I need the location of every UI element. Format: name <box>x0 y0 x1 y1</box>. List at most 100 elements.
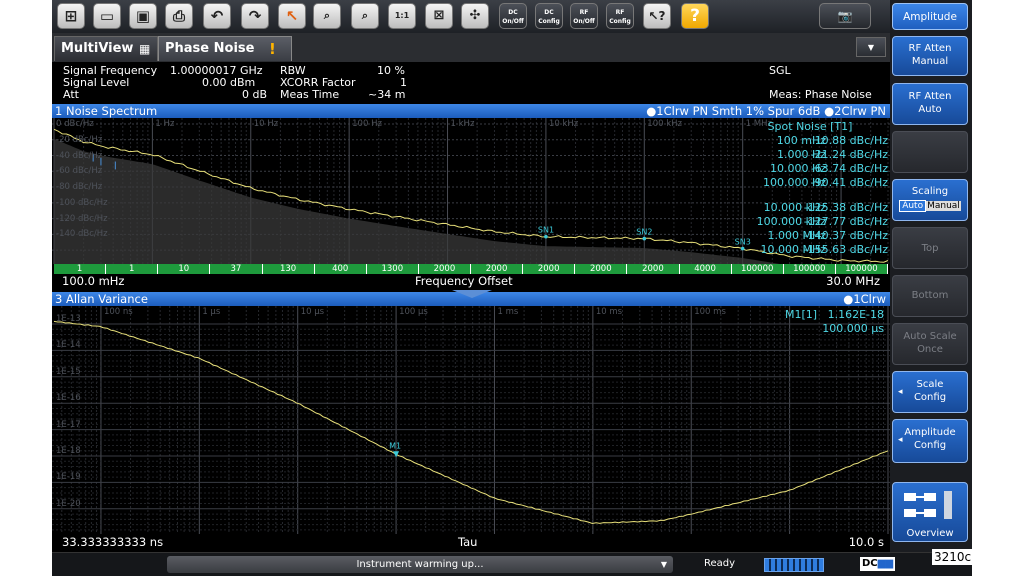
spot-noise-marker-label: SN2 <box>636 228 652 237</box>
spot-noise-title: Spot Noise [T1] <box>767 120 853 133</box>
x-decade-label: 100 ms <box>694 307 726 317</box>
allan-variance-plot[interactable]: M1 1E-13 1E-14 1E-15 1E-16 1E-17 1E-18 1E-19 1E… <box>52 306 890 534</box>
rf-config-line2: Config <box>609 18 631 25</box>
redo-icon[interactable]: ↷ <box>241 3 269 29</box>
half-decade-cell: 37 <box>210 264 263 274</box>
x-decade-label: 100 kHz <box>647 119 682 129</box>
tab-multiview[interactable]: MultiView ▦ <box>54 36 158 61</box>
spot-noise-marker-label: SN1 <box>538 226 554 235</box>
y-tick-label: -100 dBc/Hz <box>56 197 108 208</box>
help-button[interactable]: ? <box>681 3 709 29</box>
noise-spectrum-x-stop: 30.0 MHz <box>826 274 880 288</box>
scaling-auto-option[interactable]: Auto <box>899 200 927 212</box>
dc-config-button[interactable]: DC Config <box>535 3 563 29</box>
spot-noise-marker <box>642 236 647 241</box>
x-decade-label: 100 Hz <box>352 119 382 129</box>
rf-atten-auto-button[interactable]: RF Atten Auto <box>892 83 968 125</box>
scaling-manual-option[interactable]: Manual <box>926 201 961 211</box>
allan-x-start: 33.333333333 ns <box>62 535 164 549</box>
sgl-indicator: SGL <box>769 64 791 77</box>
corner-id-label: 3210c <box>932 549 972 565</box>
rf-onoff-line1: RF <box>579 9 589 16</box>
rf-config-button[interactable]: RF Config <box>606 3 634 29</box>
x-decade-label: 1 µs <box>202 307 221 317</box>
half-decade-cell: 4000 <box>680 264 732 274</box>
rf-atten-manual-button[interactable]: RF Atten Manual <box>892 36 968 76</box>
spot-noise-value: -140.37 dBc/Hz <box>803 229 888 242</box>
allan-variance-title-bar[interactable]: 3 Allan Variance ●1Clrw <box>52 290 890 306</box>
multi-zoom-icon[interactable]: ⌕ <box>351 3 379 29</box>
open-folder-icon[interactable]: ▭ <box>93 3 121 29</box>
allan-variance-trace <box>53 320 889 525</box>
y-tick-label: -140 dBc/Hz <box>56 229 108 240</box>
half-decade-bar: 1 1 10 37 130 400 1300 2000 2000 2000 2000 2000 4000… <box>54 264 888 274</box>
att-value: 0 dB <box>242 88 268 101</box>
half-decade-cell: 2000 <box>471 264 524 274</box>
ready-indicator: Ready <box>704 558 736 569</box>
y-tick-label: 1E-19 <box>56 472 81 483</box>
bottom-button[interactable]: Bottom <box>892 275 968 317</box>
tab-phase-noise[interactable]: Phase Noise ! <box>158 36 292 61</box>
noise-spectrum-x-label: Frequency Offset <box>415 274 513 288</box>
y-tick-label: 1E-15 <box>56 366 81 377</box>
spot-noise-marker <box>544 234 548 239</box>
print-icon[interactable]: ⎙ <box>165 3 193 29</box>
measure-wizard-icon[interactable]: ✣ <box>461 3 489 29</box>
rf-atten-manual-line1: RF Atten <box>908 43 952 54</box>
rf-onoff-line2: On/Off <box>573 18 595 25</box>
amplitude-config-line2: Config <box>913 440 947 451</box>
rf-atten-auto-line2: Auto <box>918 104 942 115</box>
marker-zoom-icon[interactable]: ⌕ <box>313 3 341 29</box>
y-tick-label: -60 dBc/Hz <box>56 166 103 177</box>
noise-spectrum-legend: ●1Clrw PN Smth 1% Spur 6dB ●2Clrw PN <box>646 104 886 118</box>
spot-noise-row: 100 mHz 10.88 dBc/Hz <box>732 134 888 148</box>
save-icon[interactable]: ▣ <box>129 3 157 29</box>
allan-variance-x-axis: 33.333333333 ns Tau 10.0 s <box>52 534 890 551</box>
rf-config-line1: RF <box>615 9 625 16</box>
amplitude-config-button[interactable]: ◂ Amplitude Config <box>892 419 968 463</box>
status-dropdown-icon[interactable]: ▼ <box>661 556 667 573</box>
dc-onoff-line1: DC <box>508 9 518 16</box>
half-decade-cell: 100000 <box>836 264 888 274</box>
scale-config-button[interactable]: ◂ Scale Config <box>892 371 968 413</box>
overview-button[interactable]: Overview <box>892 482 968 542</box>
y-tick-label: 1E-18 <box>56 446 81 456</box>
x-decade-label: 1 ms <box>497 307 519 317</box>
pointer-icon[interactable]: ↖ <box>278 3 306 29</box>
splitter-handle-icon[interactable] <box>452 290 492 298</box>
noise-spectrum-plot[interactable]: SN1 SN2 SN3 0 dBc/Hz -20 dBc/Hz -40 dBc/Hz -6… <box>52 118 890 264</box>
spot-noise-row: 10.000 Hz -63.74 dBc/Hz <box>732 162 888 176</box>
tab-multiview-label: MultiView <box>61 41 134 56</box>
tab-dropdown-button[interactable]: ▼ <box>856 37 886 57</box>
y-tick-label: 1E-13 <box>56 314 81 324</box>
meas-time-label: Meas Time <box>280 88 340 101</box>
spot-noise-value: -155.63 dBc/Hz <box>803 243 888 256</box>
half-decade-cell: 130 <box>263 264 315 274</box>
zoom-1to1-icon[interactable]: 1:1 <box>388 3 416 29</box>
rf-onoff-button[interactable]: RF On/Off <box>570 3 598 29</box>
windows-icon[interactable]: ⊞ <box>57 3 85 29</box>
spot-noise-value: -127.77 dBc/Hz <box>803 215 888 228</box>
allan-variance-graph: M1 <box>52 306 890 534</box>
auto-scale-once-button[interactable]: Auto Scale Once <box>892 323 968 365</box>
marker-m1-label: M1 <box>389 441 401 450</box>
top-button[interactable]: Top <box>892 227 968 269</box>
context-help-icon[interactable]: ↖? <box>643 3 671 29</box>
y-tick-label: 1E-14 <box>56 340 81 351</box>
half-decade-cell: 100000 <box>732 264 784 274</box>
allan-marker-readout: M1[1] 1.162E-18 100.000 µs <box>785 308 884 336</box>
status-message-text: Instrument warming up... <box>356 559 484 570</box>
scaling-toggle[interactable]: Scaling Auto Manual <box>892 179 968 221</box>
y-tick-label: 0 dBc/Hz <box>56 119 94 129</box>
status-bar: Instrument warming up... ▼ Ready DC▆▆ 32… <box>52 549 972 576</box>
screenshot-icon[interactable]: 📷 <box>819 3 871 29</box>
amplitude-config-line1: Amplitude <box>904 427 956 438</box>
undo-icon[interactable]: ↶ <box>203 3 231 29</box>
noise-spectrum-title-bar[interactable]: 1 Noise Spectrum ●1Clrw PN Smth 1% Spur … <box>52 104 890 118</box>
dc-onoff-button[interactable]: DC On/Off <box>499 3 527 29</box>
half-decade-cell: 2000 <box>419 264 471 274</box>
spot-noise-row: 100.000 kHz -127.77 dBc/Hz <box>732 215 888 229</box>
screen-icon[interactable]: ⊠ <box>425 3 453 29</box>
half-decade-cell: 1 <box>54 264 107 274</box>
allan-marker-value: 1.162E-18 <box>827 308 884 321</box>
